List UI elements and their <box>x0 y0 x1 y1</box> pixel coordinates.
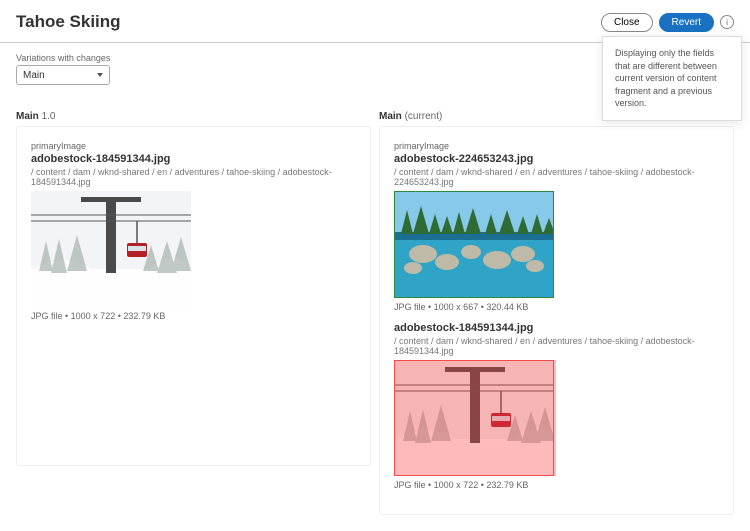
asset-path: / content / dam / wknd-shared / en / adv… <box>31 167 356 187</box>
column-previous-name: Main <box>16 111 39 122</box>
column-previous: Main 1.0 primaryImage adobestock-1845913… <box>16 111 371 515</box>
compare-columns: Main 1.0 primaryImage adobestock-1845913… <box>0 85 750 531</box>
removed-overlay <box>394 360 556 476</box>
column-current-version: (current) <box>405 111 443 122</box>
header-actions: Close Revert i <box>601 13 734 32</box>
revert-button[interactable]: Revert <box>659 13 714 32</box>
filename: adobestock-224653243.jpg <box>394 153 719 165</box>
field-label: primaryImage <box>394 141 719 151</box>
column-previous-head: Main 1.0 <box>16 111 371 122</box>
asset-path: / content / dam / wknd-shared / en / adv… <box>394 336 719 356</box>
asset-meta: JPG file • 1000 x 722 • 232.79 KB <box>394 480 719 490</box>
select-value: Main <box>23 70 45 81</box>
page-title: Tahoe Skiing <box>16 12 121 32</box>
card-previous: primaryImage adobestock-184591344.jpg / … <box>16 126 371 466</box>
close-button[interactable]: Close <box>601 13 653 32</box>
info-icon[interactable]: i <box>720 15 734 29</box>
column-current-name: Main <box>379 111 402 122</box>
asset-meta: JPG file • 1000 x 722 • 232.79 KB <box>31 311 356 321</box>
variations-select[interactable]: Main <box>16 65 110 85</box>
column-current: Main (current) primaryImage adobestock-2… <box>379 111 734 515</box>
asset-path: / content / dam / wknd-shared / en / adv… <box>394 167 719 187</box>
tooltip-text: Displaying only the fields that are diff… <box>615 48 717 108</box>
info-tooltip: Displaying only the fields that are diff… <box>602 36 742 121</box>
thumbnail-lake <box>394 191 554 298</box>
filename: adobestock-184591344.jpg <box>394 322 719 334</box>
filename: adobestock-184591344.jpg <box>31 153 356 165</box>
field-label: primaryImage <box>31 141 356 151</box>
asset-meta: JPG file • 1000 x 667 • 320.44 KB <box>394 302 719 312</box>
thumbnail-ski <box>31 191 191 307</box>
card-current: primaryImage adobestock-224653243.jpg / … <box>379 126 734 515</box>
column-previous-version: 1.0 <box>42 111 56 122</box>
